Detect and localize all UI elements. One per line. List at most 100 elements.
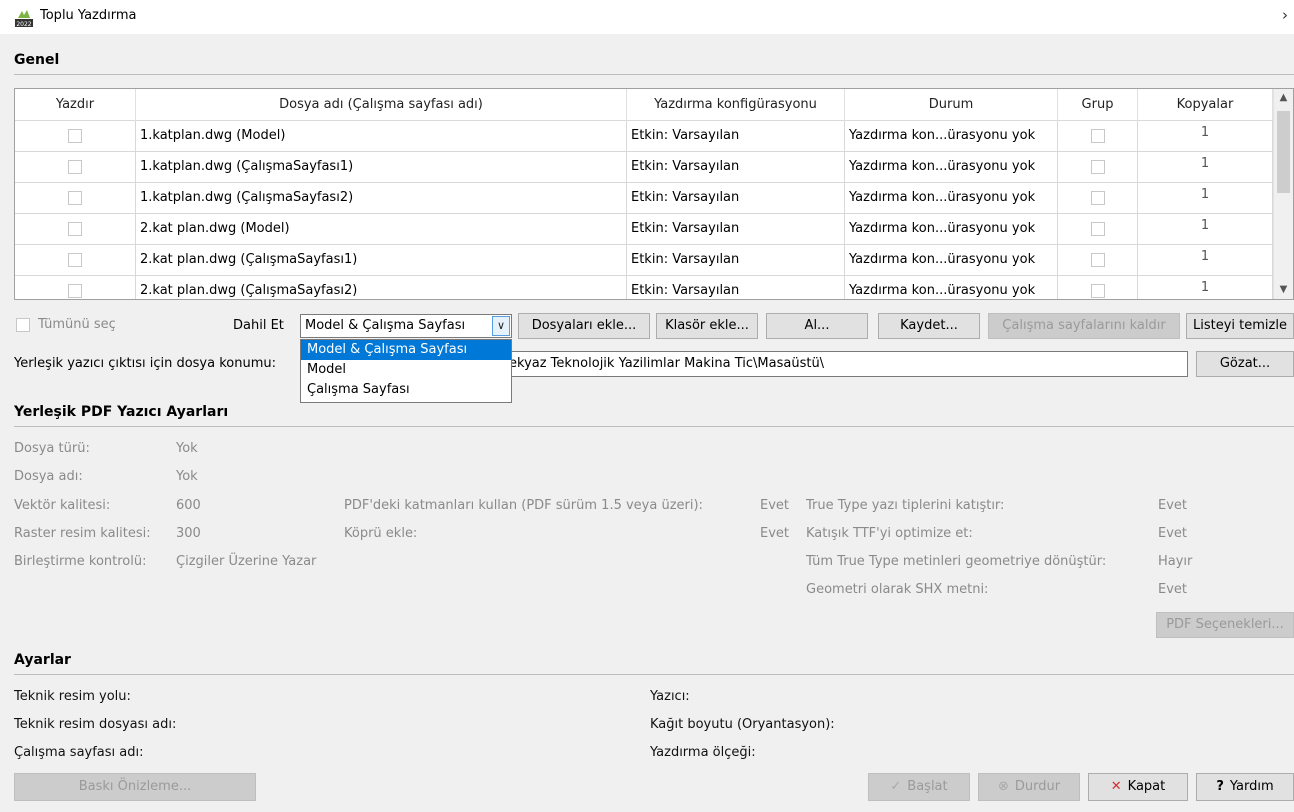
- print-preview-button[interactable]: Baskı Önizleme...: [14, 773, 256, 801]
- column-header-status[interactable]: Durum: [845, 89, 1058, 121]
- dropdown-option-model-and-sheet[interactable]: Model & Çalışma Sayfası: [301, 340, 511, 360]
- dropdown-option-model[interactable]: Model: [301, 360, 511, 380]
- help-button-label: Yardım: [1229, 779, 1274, 794]
- column-header-group[interactable]: Grup: [1058, 89, 1138, 121]
- copies-cell[interactable]: 1: [1138, 276, 1273, 299]
- embed-truetype-label: True Type yazı tiplerini katıştır:: [806, 498, 1005, 513]
- raster-quality-label: Raster resim kalitesi:: [14, 526, 151, 541]
- save-button[interactable]: Kaydet...: [878, 313, 980, 339]
- chevron-right-icon[interactable]: ›: [1282, 6, 1288, 24]
- copies-cell[interactable]: 1: [1138, 214, 1273, 244]
- group-checkbox[interactable]: [1090, 191, 1105, 205]
- status-cell: Yazdırma kon...ürasyonu yok: [845, 121, 1058, 151]
- print-checkbox[interactable]: [68, 129, 82, 143]
- status-cell: Yazdırma kon...ürasyonu yok: [845, 245, 1058, 275]
- print-checkbox[interactable]: [68, 253, 82, 267]
- vertical-scrollbar[interactable]: ▲ ▼: [1273, 89, 1293, 299]
- table-row[interactable]: 1.katplan.dwg (Model) Etkin: Varsayılan …: [15, 121, 1273, 152]
- column-header-file[interactable]: Dosya adı (Çalışma sayfası adı): [136, 89, 627, 121]
- scroll-down-icon[interactable]: ▼: [1274, 281, 1293, 299]
- file-type-label: Dosya türü:: [14, 441, 90, 456]
- config-cell[interactable]: Etkin: Varsayılan: [627, 183, 845, 213]
- optimize-ttf-value: Evet: [1158, 526, 1188, 541]
- start-button-label: Başlat: [907, 779, 948, 794]
- drawing-path-label: Teknik resim yolu:: [14, 689, 131, 704]
- pdf-layers-label: PDF'deki katmanları kullan (PDF sürüm 1.…: [344, 498, 703, 513]
- select-all-label: Tümünü seç: [38, 317, 116, 332]
- column-header-config[interactable]: Yazdırma konfigürasyonu: [627, 89, 845, 121]
- help-button[interactable]: ? Yardım: [1196, 773, 1294, 801]
- load-button[interactable]: Al...: [766, 313, 868, 339]
- copies-cell[interactable]: 1: [1138, 121, 1273, 151]
- clear-list-button[interactable]: Listeyi temizle: [1186, 313, 1294, 339]
- hyperlink-label: Köprü ekle:: [344, 526, 418, 541]
- title-bar: 2022 Toplu Yazdırma ›: [0, 0, 1294, 34]
- close-icon: ✕: [1110, 779, 1122, 794]
- raster-quality-value: 300: [176, 526, 201, 541]
- print-checkbox[interactable]: [68, 160, 82, 174]
- pdf-section-title: Yerleşik PDF Yazıcı Ayarları: [14, 404, 229, 420]
- include-combobox[interactable]: Model & Çalışma Sayfası ∨: [300, 314, 512, 338]
- settings-section-title: Ayarlar: [14, 652, 71, 668]
- status-cell: Yazdırma kon...ürasyonu yok: [845, 276, 1058, 299]
- group-checkbox[interactable]: [1090, 222, 1105, 236]
- scroll-up-icon[interactable]: ▲: [1274, 89, 1293, 107]
- table-row[interactable]: 2.kat plan.dwg (ÇalışmaSayfası1) Etkin: …: [15, 245, 1273, 276]
- file-cell: 1.katplan.dwg (ÇalışmaSayfası2): [136, 183, 627, 213]
- printer-label: Yazıcı:: [650, 689, 690, 704]
- file-cell: 1.katplan.dwg (Model): [136, 121, 627, 151]
- print-checkbox[interactable]: [68, 284, 82, 298]
- drawing-list-grid[interactable]: Yazdır Dosya adı (Çalışma sayfası adı) Y…: [14, 88, 1294, 300]
- config-cell[interactable]: Etkin: Varsayılan: [627, 245, 845, 275]
- question-icon: ?: [1216, 779, 1224, 794]
- chevron-down-icon[interactable]: ∨: [492, 316, 510, 336]
- add-folder-button[interactable]: Klasör ekle...: [656, 313, 758, 339]
- column-header-print[interactable]: Yazdır: [15, 89, 136, 121]
- add-files-button[interactable]: Dosyaları ekle...: [518, 313, 650, 339]
- truetype-geometry-label: Tüm True Type metinleri geometriye dönüş…: [806, 554, 1107, 569]
- include-selected-value: Model & Çalışma Sayfası: [305, 318, 466, 333]
- config-cell[interactable]: Etkin: Varsayılan: [627, 121, 845, 151]
- table-row[interactable]: 1.katplan.dwg (ÇalışmaSayfası1) Etkin: V…: [15, 152, 1273, 183]
- copies-cell[interactable]: 1: [1138, 245, 1273, 275]
- copies-cell[interactable]: 1: [1138, 183, 1273, 213]
- hyperlink-value: Evet: [760, 526, 790, 541]
- remove-sheets-button[interactable]: Çalışma sayfalarını kaldır: [988, 313, 1180, 339]
- scrollbar-thumb[interactable]: [1277, 111, 1290, 193]
- table-row[interactable]: 2.kat plan.dwg (Model) Etkin: Varsayılan…: [15, 214, 1273, 245]
- group-checkbox[interactable]: [1090, 253, 1105, 267]
- vector-quality-label: Vektör kalitesi:: [14, 498, 111, 513]
- checkbox-box[interactable]: [16, 317, 30, 332]
- pdf-options-button[interactable]: PDF Seçenekleri...: [1156, 612, 1294, 638]
- status-cell: Yazdırma kon...ürasyonu yok: [845, 214, 1058, 244]
- group-checkbox[interactable]: [1090, 160, 1105, 174]
- column-header-copies[interactable]: Kopyalar: [1138, 89, 1273, 121]
- group-checkbox[interactable]: [1090, 284, 1105, 298]
- group-checkbox[interactable]: [1090, 129, 1105, 143]
- optimize-ttf-label: Katışık TTF'yi optimize et:: [806, 526, 973, 541]
- close-button[interactable]: ✕ Kapat: [1088, 773, 1188, 801]
- config-cell[interactable]: Etkin: Varsayılan: [627, 152, 845, 182]
- include-dropdown-list[interactable]: Model & Çalışma Sayfası Model Çalışma Sa…: [300, 339, 512, 403]
- start-button[interactable]: ✓ Başlat: [868, 773, 970, 801]
- file-cell: 1.katplan.dwg (ÇalışmaSayfası1): [136, 152, 627, 182]
- browse-button[interactable]: Gözat...: [1196, 351, 1294, 377]
- print-checkbox[interactable]: [68, 191, 82, 205]
- table-row[interactable]: 1.katplan.dwg (ÇalışmaSayfası2) Etkin: V…: [15, 183, 1273, 214]
- stop-button[interactable]: ⊗ Durdur: [978, 773, 1080, 801]
- select-all-checkbox[interactable]: Tümünü seç: [16, 317, 116, 332]
- dropdown-option-sheet[interactable]: Çalışma Sayfası: [301, 380, 511, 400]
- print-checkbox[interactable]: [68, 222, 82, 236]
- embed-truetype-value: Evet: [1158, 498, 1188, 513]
- config-cell[interactable]: Etkin: Varsayılan: [627, 214, 845, 244]
- copies-cell[interactable]: 1: [1138, 152, 1273, 182]
- settings-divider: [14, 674, 1294, 675]
- merge-control-label: Birleştirme kontrolü:: [14, 554, 147, 569]
- config-cell[interactable]: Etkin: Varsayılan: [627, 276, 845, 299]
- status-cell: Yazdırma kon...ürasyonu yok: [845, 183, 1058, 213]
- autocad-2022-app-icon: 2022: [15, 10, 33, 28]
- include-label: Dahil Et: [233, 318, 284, 333]
- file-cell: 2.kat plan.dwg (ÇalışmaSayfası1): [136, 245, 627, 275]
- table-row[interactable]: 2.kat plan.dwg (ÇalışmaSayfası2) Etkin: …: [15, 276, 1273, 299]
- sheet-name-label: Çalışma sayfası adı:: [14, 745, 144, 760]
